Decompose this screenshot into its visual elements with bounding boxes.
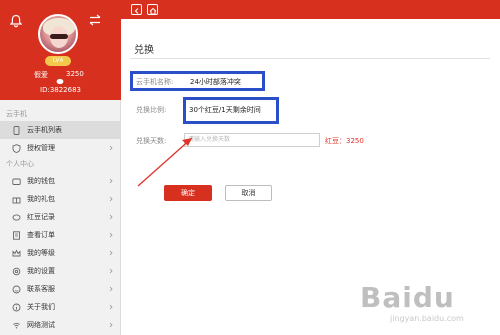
gear-icon (12, 267, 21, 276)
annotation-arrow (137, 137, 193, 187)
chevron-right-icon (108, 322, 114, 328)
title-divider (130, 58, 490, 59)
bean-icon (12, 213, 21, 222)
chevron-right-icon (108, 214, 114, 220)
home-icon (149, 0, 157, 19)
baidu-watermark-url: jingyan.baidu.com (390, 314, 464, 323)
sidebar-item-gift[interactable]: 我的礼包 (0, 190, 121, 208)
bean-count: 3250 (66, 70, 84, 78)
shield-icon (12, 143, 21, 153)
chevron-left-icon (133, 0, 141, 19)
order-icon (12, 230, 21, 240)
sidebar-item-wallet[interactable]: 我的钱包 (0, 172, 121, 190)
sidebar-item-network-test[interactable]: 网络测试 (0, 316, 121, 334)
section-cloud-phone: 云手机 (6, 110, 27, 118)
cancel-button[interactable]: 取消 (225, 185, 272, 201)
crown-icon (12, 248, 21, 258)
gift-icon (12, 195, 21, 204)
bean-balance: 红豆：3250 (325, 137, 364, 145)
bell-icon[interactable] (9, 13, 23, 28)
phone-icon (12, 125, 21, 135)
red-bean-icon (56, 70, 64, 85)
ratio-value: 30个红豆/1天剩余时间 (189, 106, 261, 114)
sidebar-item-level[interactable]: 我的等级 (0, 244, 121, 262)
top-bar (121, 0, 500, 19)
network-icon (12, 321, 21, 330)
chevron-right-icon (108, 232, 114, 238)
profile-id: ID:3822683 (40, 86, 81, 94)
sidebar-item-orders[interactable]: 查看订单 (0, 226, 121, 244)
chevron-right-icon (108, 304, 114, 310)
avatar[interactable] (38, 14, 78, 54)
section-personal: 个人中心 (6, 160, 34, 168)
page-title: 兑换 (134, 45, 154, 56)
sidebar-item-bean-log[interactable]: 红豆记录 (0, 208, 121, 226)
wallet-icon (12, 177, 21, 186)
phone-name-value: 24小时部落冲突 (190, 78, 241, 86)
sidebar-item-about[interactable]: 关于我们 (0, 298, 121, 316)
chevron-right-icon (108, 268, 114, 274)
ratio-label: 兑换比例: (136, 106, 167, 114)
swap-icon[interactable] (88, 12, 102, 26)
sidebar-item-phone-list[interactable]: 云手机列表 (0, 121, 121, 139)
home-button[interactable] (147, 4, 158, 15)
sidebar-item-auth[interactable]: 授权管理 (0, 139, 121, 157)
chevron-right-icon (108, 250, 114, 256)
level-badge: LV4 (45, 56, 71, 66)
phone-name-label: 云手机名称: (136, 78, 174, 86)
info-icon (12, 303, 21, 312)
sidebar-item-support[interactable]: 联系客服 (0, 280, 121, 298)
profile-panel: LV4 假爱 3250 ID:3822683 (0, 0, 121, 100)
chevron-right-icon (108, 196, 114, 202)
baidu-watermark: Baidu (360, 281, 455, 314)
chevron-right-icon (108, 178, 114, 184)
support-icon (12, 285, 21, 294)
back-button[interactable] (131, 4, 142, 15)
chevron-right-icon (108, 286, 114, 292)
sidebar: LV4 假爱 3250 ID:3822683 云手机 云手机列表 授权管理 个人… (0, 0, 121, 335)
sidebar-item-settings[interactable]: 我的设置 (0, 262, 121, 280)
chevron-right-icon (108, 145, 114, 151)
profile-name: 假爱 (34, 71, 48, 79)
